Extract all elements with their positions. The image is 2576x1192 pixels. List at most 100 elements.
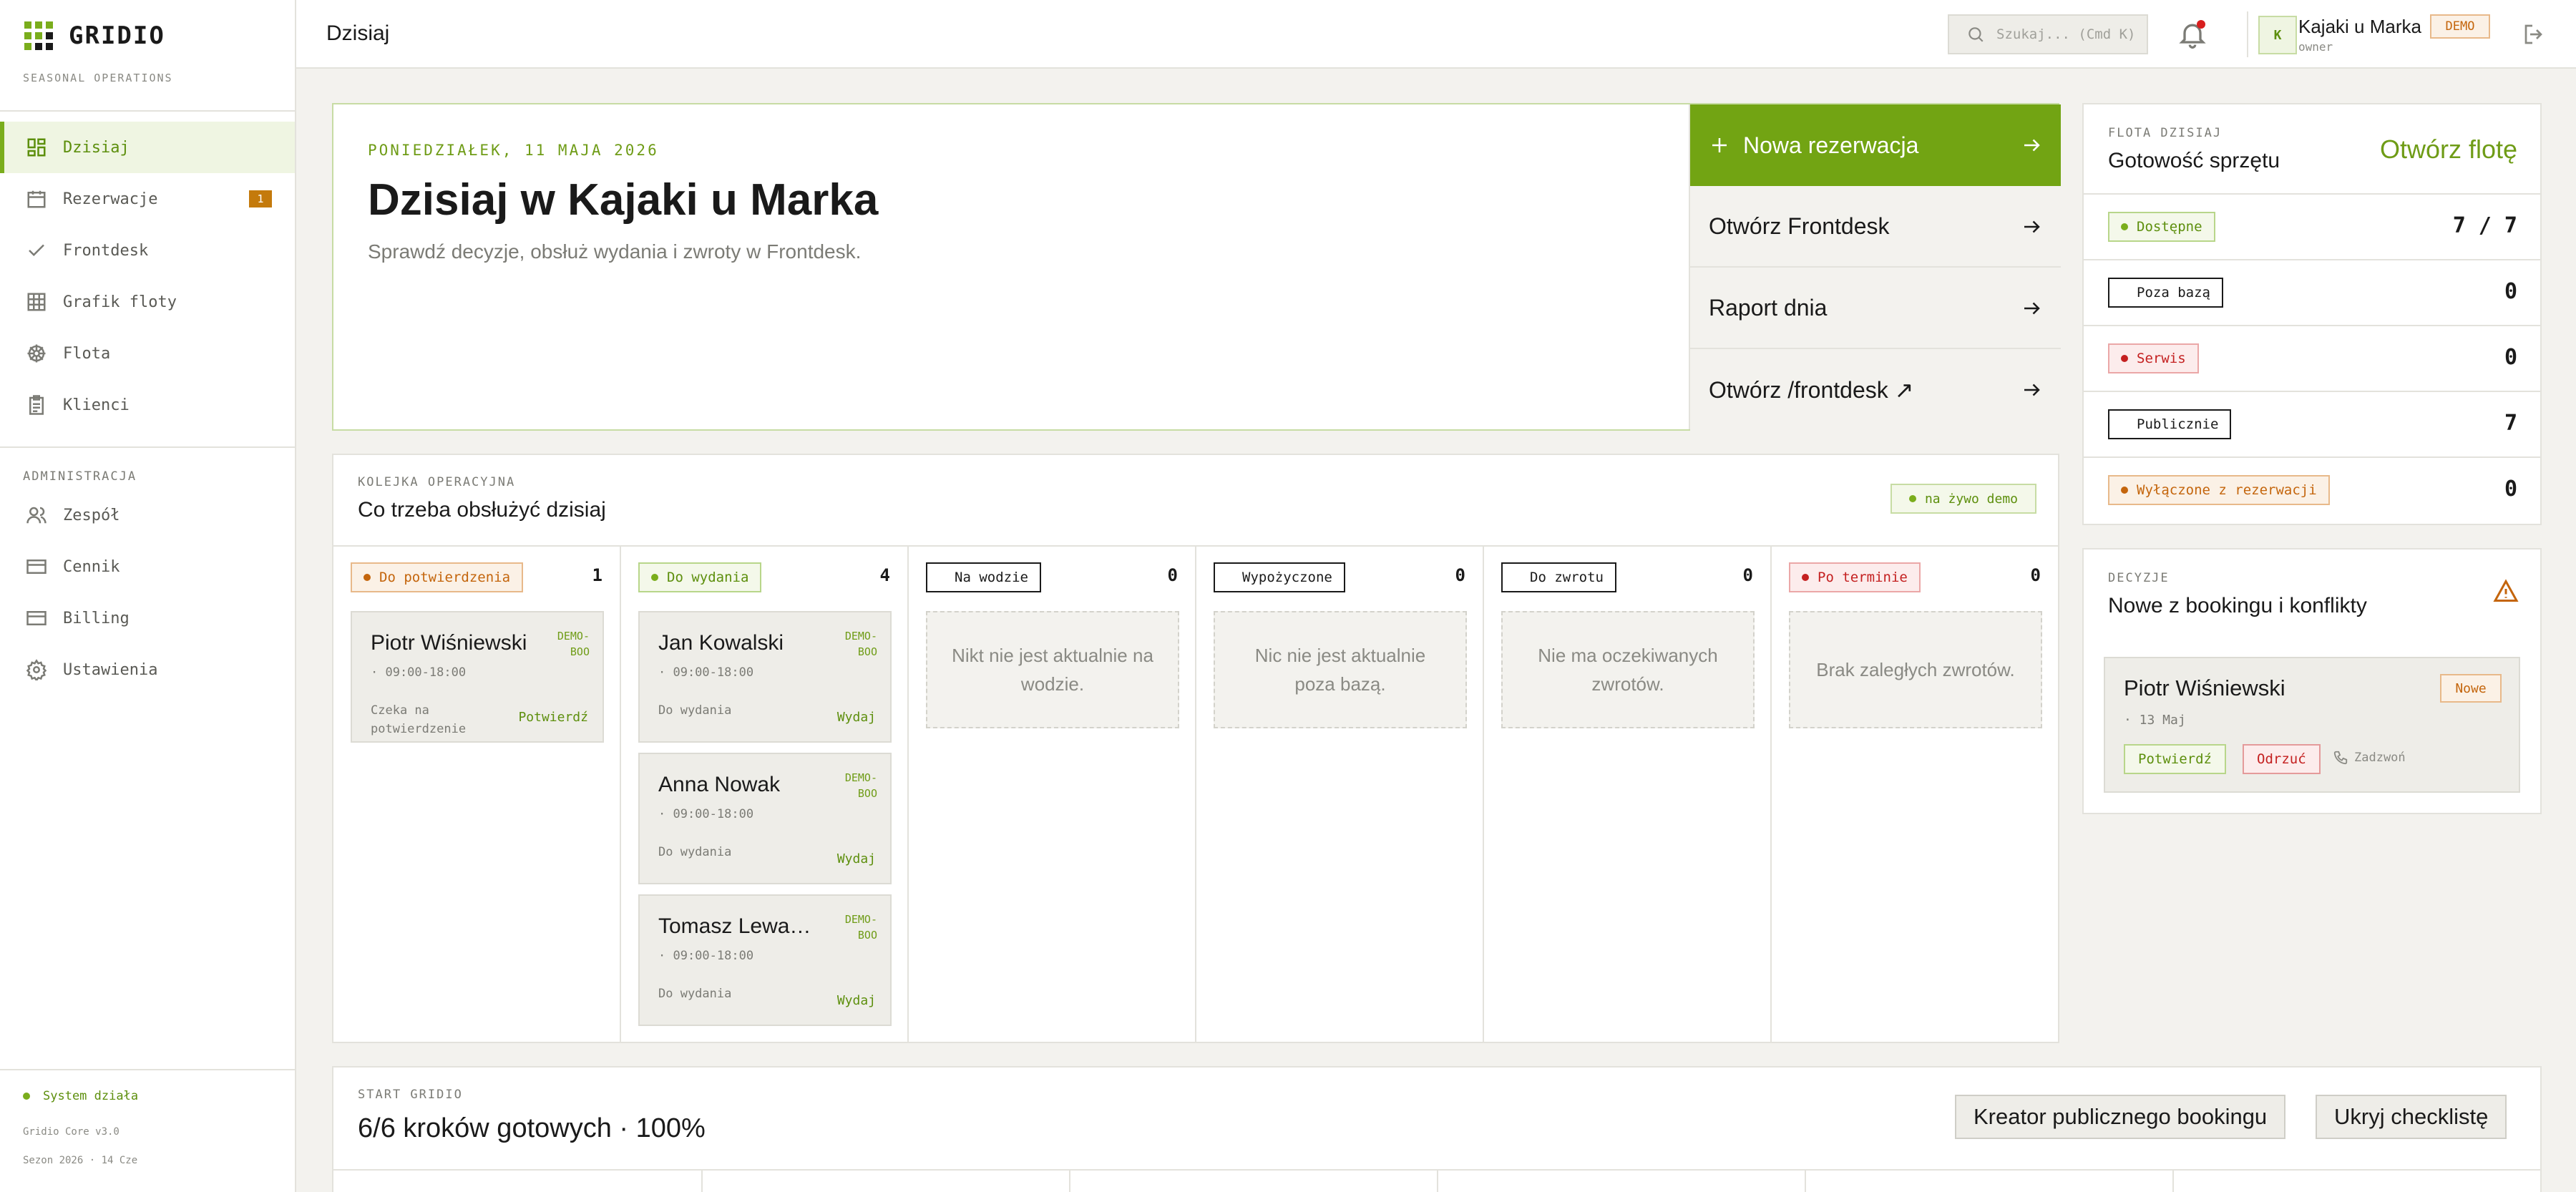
column-badge-to-return: Do zwrotu [1501,562,1616,592]
card-icon [26,611,47,625]
fleet-value: 7 [2504,411,2517,436]
booking-card[interactable]: Piotr Wiśniewski DEMO-BOO · 09:00-18:00 … [351,611,604,743]
sidebar-item-dzisiaj[interactable]: Dzisiaj [0,122,295,173]
booking-card[interactable]: Jan Kowalski DEMO-BOO · 09:00-18:00 Do w… [638,611,892,743]
column-rented: Wypożyczone 0 Nic nie jest aktualnie poz… [1196,547,1484,1043]
issue-action[interactable]: Wydaj [837,993,876,1008]
open-frontdesk-button[interactable]: Otwórz Frontdesk [1690,186,2061,268]
new-reservation-button[interactable]: Nowa rezerwacja [1690,104,2061,186]
fleet-row-available: Dostępne 7 / 7 [2084,193,2540,259]
system-status-text: System działa [43,1089,139,1103]
confirm-button[interactable]: Potwierdź [2124,744,2226,774]
sidebar-item-klienci[interactable]: Klienci [0,379,295,431]
card-time: · 09:00-18:00 [658,949,754,963]
grid-icon [27,293,46,311]
issue-action[interactable]: Wydaj [837,710,876,725]
arrow-right-icon [2024,139,2040,152]
demo-badge: DEMO [2430,14,2490,39]
reservation-count-badge: 1 [249,190,272,207]
card-tag: DEMO-BOO [844,630,877,658]
start-checklist-panel: START GRIDIO 6/6 kroków gotowych · 100% … [332,1066,2542,1192]
checklist-steps [333,1169,2540,1192]
search-input[interactable]: Szukaj... (Cmd K) [1948,14,2148,54]
fleet-title: Gotowość sprzętu [2108,149,2280,172]
gridio-logo-icon [24,21,53,50]
booking-card[interactable]: Tomasz Lewandowski DEMO-BOO · 09:00-18:0… [638,894,892,1026]
column-badge-to-confirm: Do potwierdzenia [351,562,524,592]
sidebar-item-grafik-floty[interactable]: Grafik floty [0,276,295,328]
issue-action[interactable]: Wydaj [837,851,876,866]
card-time: · 09:00-18:00 [658,807,754,821]
hero-date: PONIEDZIAŁEK, 11 MAJA 2026 [368,142,659,159]
sidebar-item-label: Frontdesk [63,241,149,260]
hero-actions: Nowa rezerwacja Otwórz Frontdesk Raport … [1689,104,2061,431]
notification-dot [2197,20,2205,29]
fleet-panel: FLOTA DZISIAJ Gotowość sprzętu Otwórz fl… [2082,103,2542,525]
fleet-badge-offbase: Poza bazą [2108,278,2223,308]
step-divider [1437,1171,1438,1192]
hero-subtitle: Sprawdź decyzje, obsłuż wydania i zwroty… [368,240,862,263]
user-name[interactable]: Kajaki u Marka [2298,16,2421,38]
sidebar-item-label: Klienci [63,396,130,414]
fleet-row-offbase: Poza bazą 0 [2084,259,2540,325]
decisions-panel: DECYZJE Nowe z bookingu i konflikty Piot… [2082,548,2542,814]
sidebar-item-frontdesk[interactable]: Frontdesk [0,225,295,276]
sidebar-item-ustawienia[interactable]: Ustawienia [0,644,295,695]
column-count: 1 [592,565,602,585]
queue-columns: Do potwierdzenia 1 Piotr Wiśniewski DEMO… [333,545,2059,1043]
empty-state: Nic nie jest aktualnie poza bazą. [1214,611,1467,728]
decision-date: · 13 Maj [2124,713,2186,728]
step-divider [1069,1171,1070,1192]
column-overdue: Po terminie 0 Brak zaległych zwrotów. [1772,547,2059,1043]
column-badge-overdue: Po terminie [1789,562,1921,592]
daily-report-label: Raport dnia [1709,294,1828,321]
empty-state: Nikt nie jest aktualnie na wodzie. [926,611,1179,728]
page-scrollbar[interactable] [2566,69,2573,1192]
system-status: System działa [23,1089,138,1103]
phone-icon [2333,751,2348,765]
topbar: Dzisiaj Szukaj... (Cmd K) K Kajaki u Mar… [296,0,2576,69]
brand[interactable]: GRIDIO [24,21,165,50]
sidebar-item-billing[interactable]: Billing [0,592,295,644]
open-fleet-link[interactable]: Otwórz flotę [2380,135,2517,165]
open-frontdesk-link-label: Otwórz /frontdesk ↗ [1709,377,1914,403]
new-reservation-label: Nowa rezerwacja [1743,132,1919,158]
booking-card[interactable]: Anna Nowak DEMO-BOO · 09:00-18:00 Do wyd… [638,753,892,884]
card-name: Anna Nowak [658,773,781,796]
queue-label: KOLEJKA OPERACYJNA [358,475,516,489]
hide-checklist-button[interactable]: Ukryj checklistę [2316,1095,2507,1139]
hero-title: Dzisiaj w Kajaki u Marka [368,175,879,225]
fleet-value: 0 [2504,477,2517,502]
operations-queue-panel: KOLEJKA OPERACYJNA Co trzeba obsłużyć dz… [332,454,2059,1043]
public-booking-wizard-button[interactable]: Kreator publicznego bookingu [1955,1095,2286,1139]
confirm-action[interactable]: Potwierdź [518,710,588,725]
card-time: · 09:00-18:00 [371,665,467,680]
call-button[interactable]: Zadzwoń [2333,750,2406,766]
wheel-icon [27,344,46,363]
sidebar-item-rezerwacje[interactable]: Rezerwacje 1 [0,173,295,225]
daily-report-button[interactable]: Raport dnia [1690,268,2061,349]
users-icon [26,507,47,524]
step-divider [2172,1171,2174,1192]
sidebar-item-label: Billing [63,609,130,627]
column-to-return: Do zwrotu 0 Nie ma oczekiwanych zwrotów. [1484,547,1772,1043]
card-status: Do wydania [658,845,732,859]
sidebar-item-flota[interactable]: Flota [0,328,295,379]
avatar[interactable]: K [2258,16,2297,54]
today-hero-panel: PONIEDZIAŁEK, 11 MAJA 2026 Dzisiaj w Kaj… [332,103,2061,431]
open-frontdesk-link-button[interactable]: Otwórz /frontdesk ↗ [1690,349,2061,431]
sidebar-item-zespol[interactable]: Zespół [0,489,295,541]
card-status: Do wydania [658,703,732,718]
sidebar-item-cennik[interactable]: Cennik [0,541,295,592]
card-tag: DEMO-BOO [844,771,877,800]
card-icon [26,560,47,574]
reject-button[interactable]: Odrzuć [2243,744,2321,774]
sidebar-item-label: Ustawienia [63,660,158,679]
brand-subtitle: SEASONAL OPERATIONS [23,72,173,84]
card-tag: DEMO-BOO [557,630,590,658]
status-dot [23,1093,30,1100]
brand-name: GRIDIO [69,21,165,50]
start-title: 6/6 kroków gotowych · 100% [358,1113,706,1143]
logout-icon[interactable] [2522,21,2547,47]
plus-icon [1712,138,1727,152]
